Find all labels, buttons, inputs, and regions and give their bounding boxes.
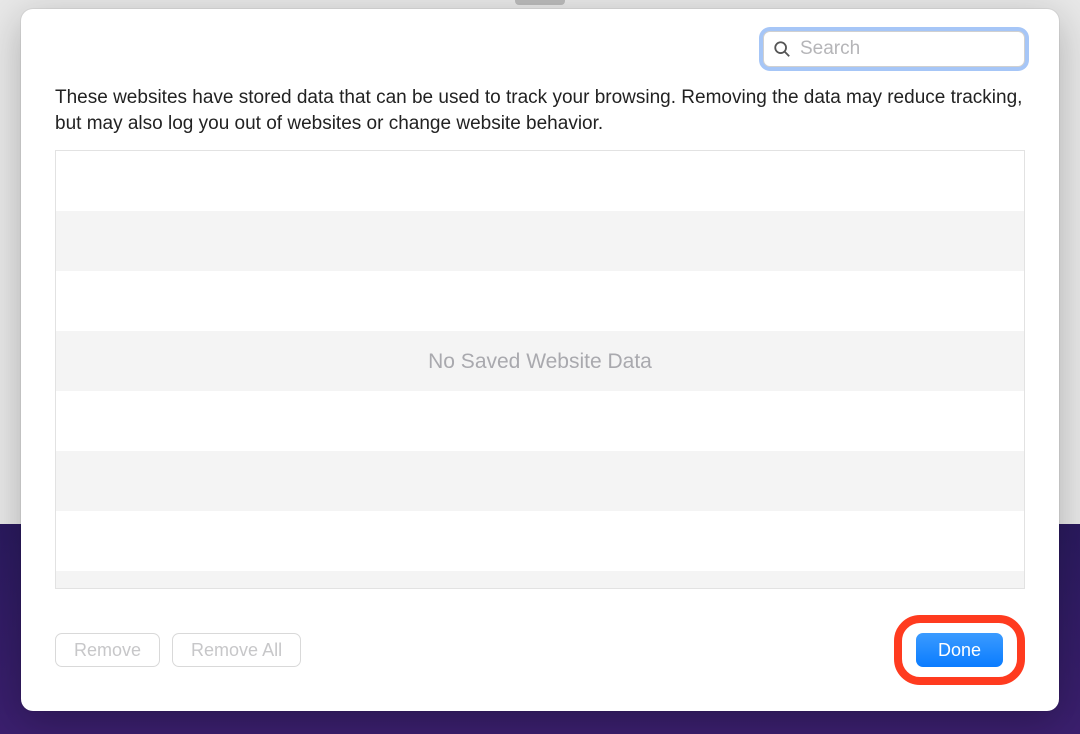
search-field-wrapper	[763, 31, 1025, 67]
search-input[interactable]	[763, 31, 1025, 67]
description-text: These websites have stored data that can…	[55, 85, 1025, 136]
list-row	[56, 451, 1024, 511]
website-data-dialog: These websites have stored data that can…	[21, 9, 1059, 711]
search-row	[55, 31, 1025, 67]
remove-button[interactable]: Remove	[55, 633, 160, 667]
button-row: Remove Remove All Done	[55, 615, 1025, 685]
empty-state-message: No Saved Website Data	[428, 350, 652, 374]
done-button[interactable]: Done	[916, 633, 1003, 667]
list-row	[56, 511, 1024, 571]
search-icon	[773, 40, 791, 58]
list-row	[56, 151, 1024, 211]
done-highlight-annotation: Done	[894, 615, 1025, 685]
list-row	[56, 391, 1024, 451]
list-row	[56, 571, 1024, 589]
list-row	[56, 211, 1024, 271]
window-title-notch	[515, 0, 565, 5]
website-data-list[interactable]: No Saved Website Data	[55, 150, 1025, 589]
list-row	[56, 271, 1024, 331]
remove-all-button[interactable]: Remove All	[172, 633, 301, 667]
